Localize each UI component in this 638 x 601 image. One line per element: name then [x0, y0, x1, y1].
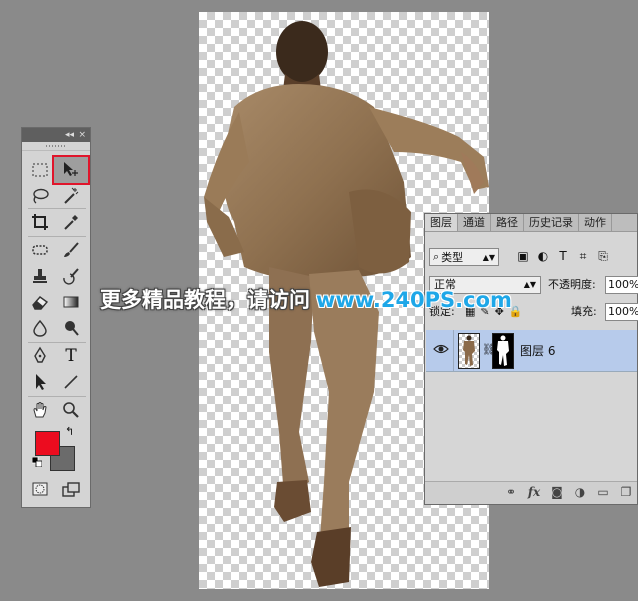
tool-separator [28, 342, 86, 343]
tab-actions[interactable]: 动作 [579, 214, 612, 231]
filter-kind-select[interactable]: ⌕ 类型 ▲▼ [429, 248, 499, 266]
opacity-label: 不透明度: [548, 278, 596, 291]
pen-icon[interactable] [27, 344, 53, 368]
blur-icon[interactable] [27, 316, 53, 340]
type-glyph: T [65, 346, 77, 366]
tool-separator [28, 396, 86, 397]
watermark: 更多精品教程，请访问 www.240PS.com [100, 285, 512, 315]
brush-icon[interactable] [58, 238, 84, 262]
swap-colors-icon[interactable]: ↰ [65, 425, 74, 438]
hand-icon[interactable] [27, 398, 53, 422]
dodge-icon[interactable] [58, 316, 84, 340]
gradient-icon[interactable] [58, 290, 84, 314]
tab-channels[interactable]: 通道 [458, 214, 491, 231]
spot-healing-icon[interactable] [27, 238, 53, 262]
chevron-down-icon: ▲▼ [523, 280, 536, 289]
mask-icon[interactable]: ◙ [550, 485, 564, 499]
filter-type-icon[interactable]: T [557, 249, 569, 263]
foreground-color-swatch[interactable] [35, 431, 60, 456]
new-layer-icon[interactable]: ❐ [619, 485, 633, 499]
watermark-url: www.240PS.com [316, 288, 512, 312]
group-icon[interactable]: ▭ [596, 485, 610, 499]
panel-tabs: 图层 通道 路径 历史记录 动作 [425, 214, 637, 232]
close-icon[interactable]: × [78, 128, 86, 142]
crop-icon[interactable] [27, 210, 53, 234]
visibility-eye-icon[interactable] [433, 342, 449, 356]
layer-row[interactable]: ⛓ 图层 6 [426, 330, 637, 372]
move-tool-icon[interactable] [52, 155, 90, 185]
filter-icons: ▣ ◐ T ⌗ ⎘ [517, 249, 609, 263]
chevron-down-icon: ▲▼ [482, 252, 495, 262]
tools-titlebar[interactable]: ◂◂ × [22, 128, 90, 142]
lasso-icon[interactable] [27, 184, 53, 208]
search-icon: ⌕ [433, 250, 440, 263]
collapse-icon[interactable]: ◂◂ [65, 128, 74, 142]
tools-panel: ◂◂ × T ↰ [21, 127, 91, 508]
layers-bottom-bar: ⚭ fx ◙ ◑ ▭ ❐ [425, 481, 637, 504]
layer-mask-figure [497, 335, 509, 366]
eraser-icon[interactable] [27, 290, 53, 314]
filter-smart-object-icon[interactable]: ⎘ [597, 249, 609, 263]
tool-separator [28, 208, 86, 209]
link-icon[interactable]: ⚭ [504, 485, 518, 499]
filter-shape-icon[interactable]: ⌗ [577, 249, 589, 263]
rectangular-marquee-icon[interactable] [27, 158, 53, 182]
layer-mask-thumbnail[interactable] [492, 333, 514, 369]
filter-pixel-icon[interactable]: ▣ [517, 249, 529, 263]
path-selection-icon[interactable] [27, 370, 53, 394]
layer-thumbnail[interactable] [458, 333, 480, 369]
bottom-icons: ⚭ fx ◙ ◑ ▭ ❐ [504, 485, 633, 499]
type-icon[interactable]: T [58, 344, 84, 368]
layer-divider [453, 330, 454, 371]
filter-kind-label: 类型 [441, 251, 464, 264]
clone-stamp-icon[interactable] [27, 264, 53, 288]
tab-layers[interactable]: 图层 [425, 214, 458, 231]
default-colors-icon[interactable] [32, 457, 42, 467]
tool-separator [28, 236, 86, 237]
layer-thumbnail-figure [463, 335, 475, 366]
panel-grip[interactable] [22, 142, 90, 151]
opacity-field[interactable]: 100% [605, 276, 638, 294]
fill-label: 填充: [571, 305, 597, 318]
eyedropper-icon[interactable] [58, 210, 84, 234]
watermark-text: 更多精品教程，请访问 [100, 288, 310, 312]
history-brush-icon[interactable] [58, 264, 84, 288]
layers-panel: 图层 通道 路径 历史记录 动作 ⌕ 类型 ▲▼ ▣ ◐ T ⌗ ⎘ 正常 ▲▼… [424, 213, 638, 505]
adjustment-icon[interactable]: ◑ [573, 485, 587, 499]
fill-field[interactable]: 100% [605, 303, 638, 321]
magic-wand-icon[interactable] [58, 184, 84, 208]
quick-mask-icon[interactable] [27, 477, 53, 501]
filter-adjustment-icon[interactable]: ◐ [537, 249, 549, 263]
layer-name[interactable]: 图层 6 [520, 342, 555, 359]
tab-paths[interactable]: 路径 [491, 214, 524, 231]
screen-mode-icon[interactable] [58, 477, 84, 501]
line-icon[interactable] [58, 370, 84, 394]
tab-history[interactable]: 历史记录 [524, 214, 579, 231]
fx-icon[interactable]: fx [527, 485, 541, 499]
zoom-icon[interactable] [58, 398, 84, 422]
filter-row: ⌕ 类型 ▲▼ ▣ ◐ T ⌗ ⎘ [429, 248, 637, 268]
